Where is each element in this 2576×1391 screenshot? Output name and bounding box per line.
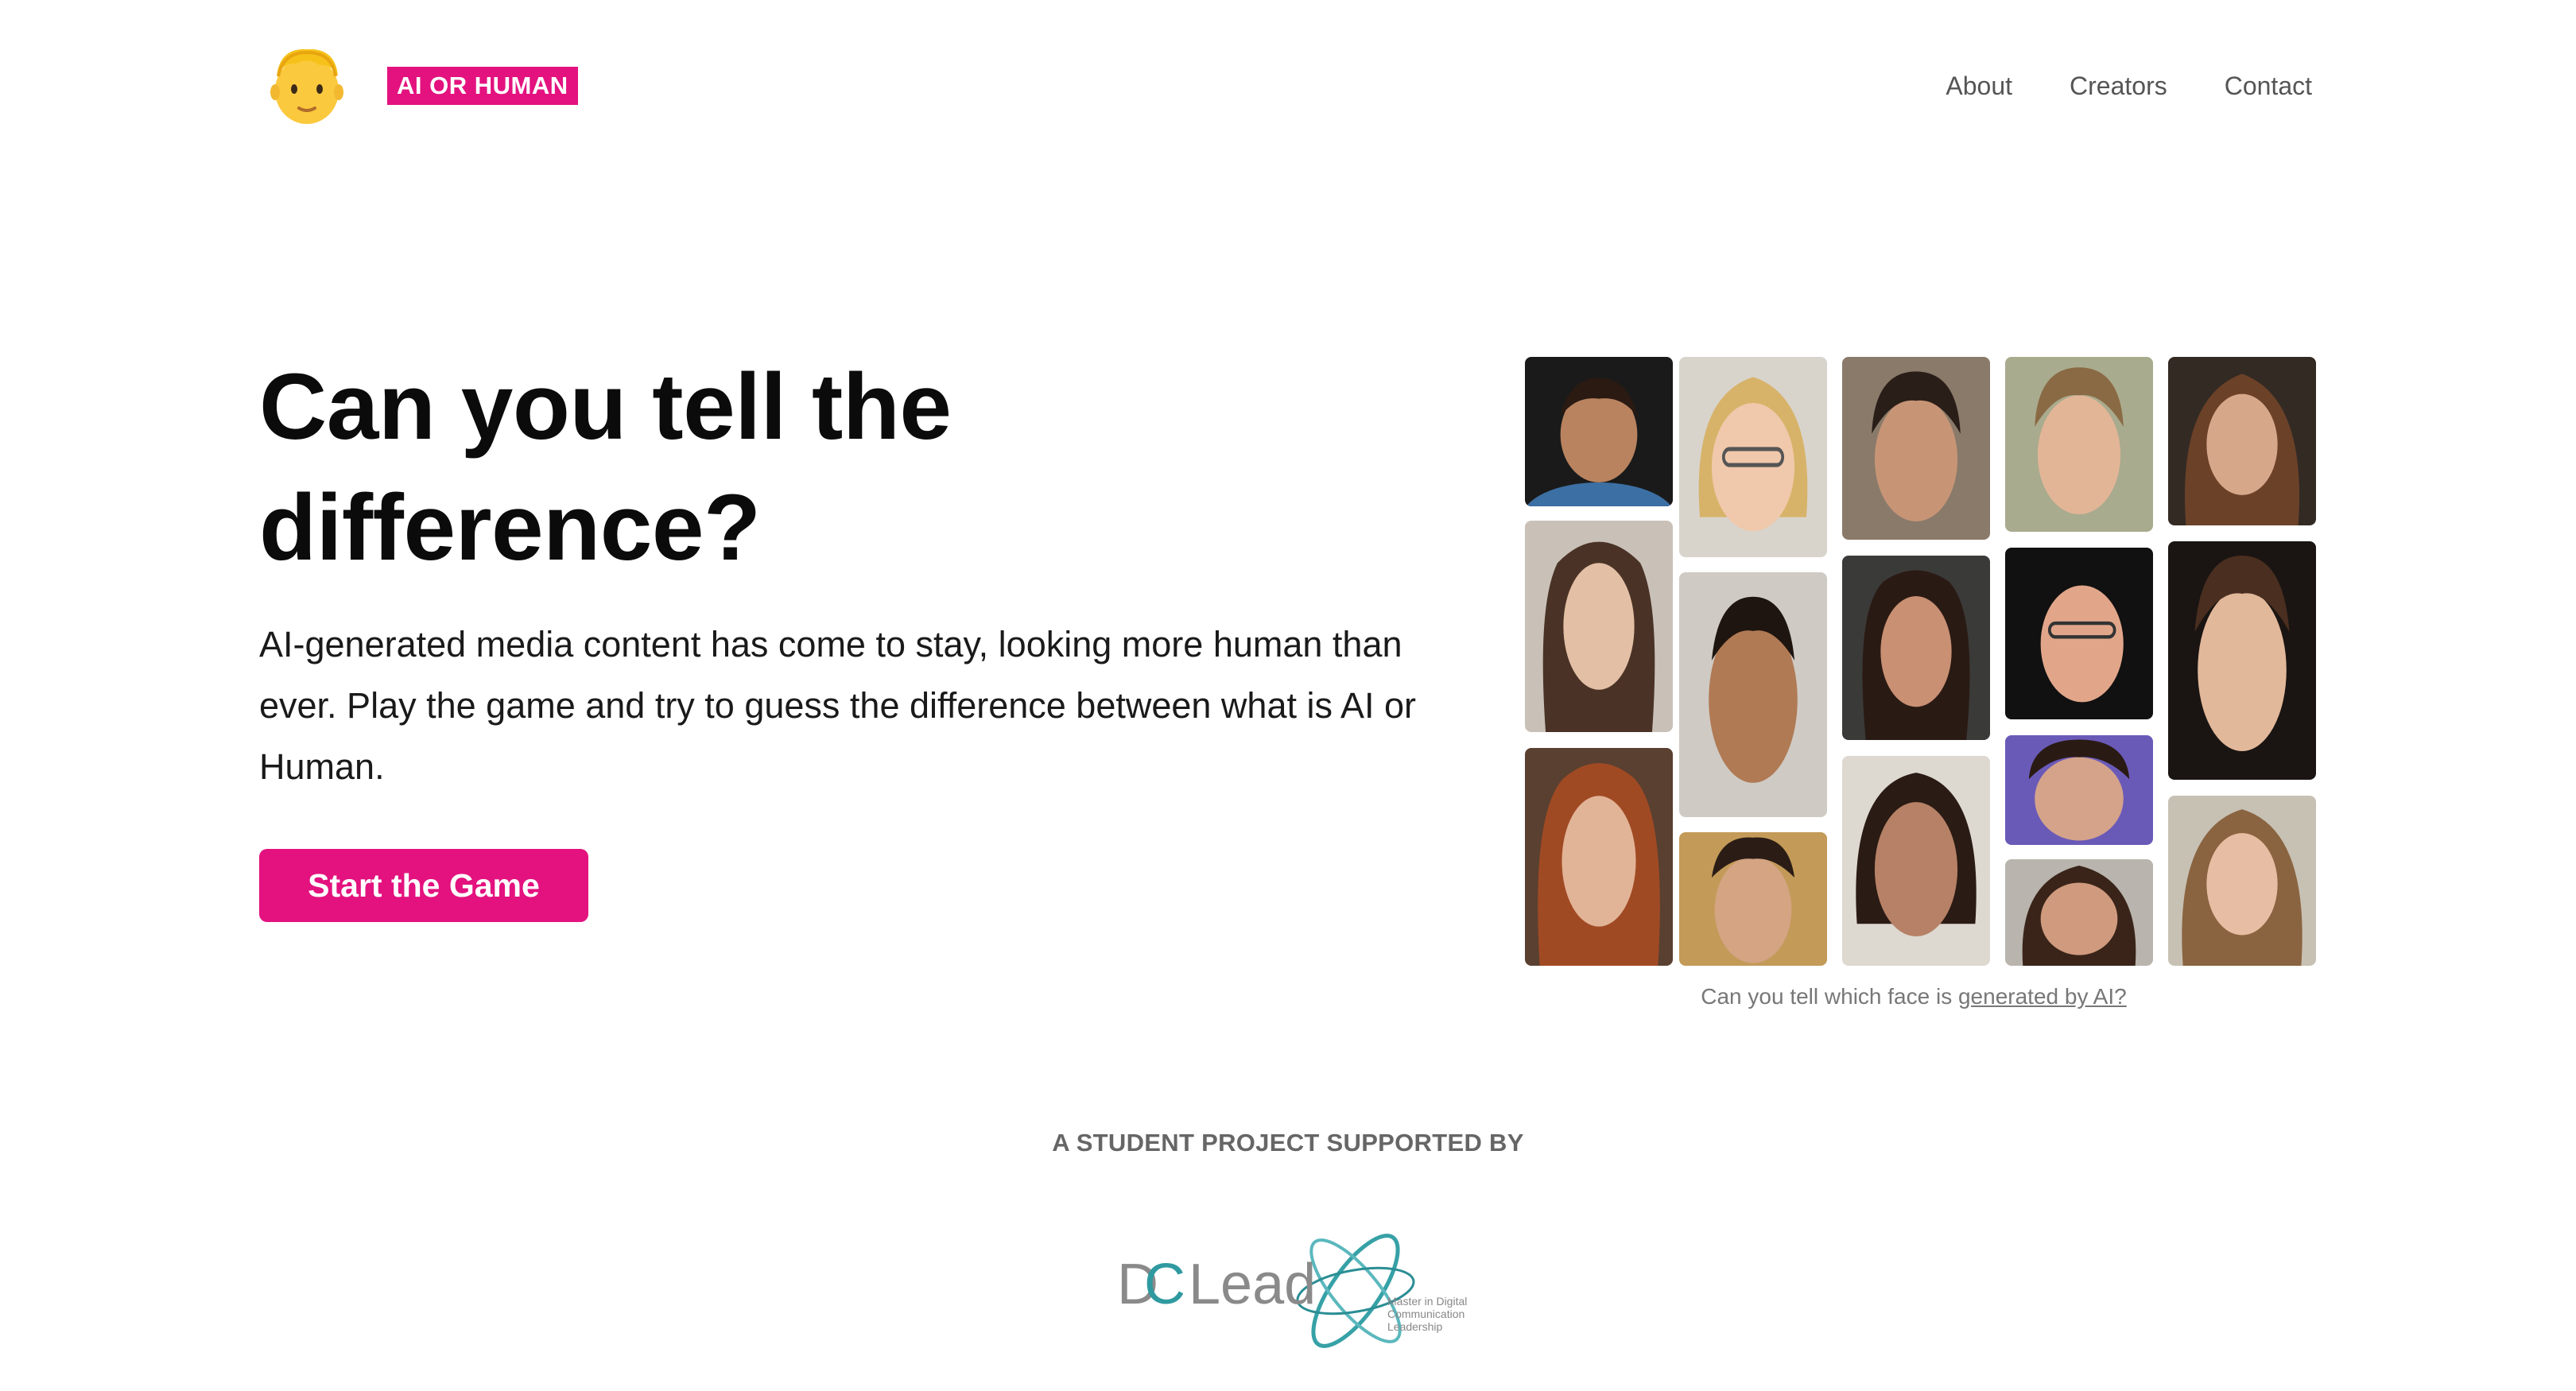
gallery-caption-text: Can you tell which face is [1701, 984, 1958, 1009]
face-photo [1525, 748, 1673, 966]
nav-contact-link[interactable]: Contact [2225, 68, 2312, 103]
face-photo [1679, 832, 1827, 966]
start-game-button[interactable]: Start the Game [259, 849, 588, 922]
face-photo [1842, 756, 1990, 966]
face-photo [1679, 357, 1827, 557]
svg-text:C: C [1144, 1253, 1185, 1316]
gallery-caption: Can you tell which face is generated by … [1514, 984, 2314, 1009]
face-photo [1842, 357, 1990, 540]
face-photo [1525, 521, 1673, 732]
hero-title: Can you tell the difference? [259, 355, 952, 580]
face-photo [2005, 859, 2153, 966]
face-photo [2005, 357, 2153, 532]
svg-text:Communication: Communication [1387, 1308, 1465, 1320]
generated-by-ai-link[interactable]: generated by AI? [1958, 984, 2127, 1009]
face-photo [2168, 796, 2316, 966]
face-photo [2168, 357, 2316, 525]
face-photo [2005, 735, 2153, 845]
nav-creators-link[interactable]: Creators [2070, 68, 2167, 103]
dclead-logo[interactable]: D C Lead Master in Digital Communication… [1117, 1224, 1499, 1367]
face-photo [2005, 548, 2153, 719]
face-photo [1679, 572, 1827, 817]
hero-description: AI-generated media content has come to s… [259, 624, 1417, 787]
face-photo [1525, 357, 1673, 506]
svg-text:Master in Digital: Master in Digital [1387, 1295, 1467, 1308]
support-heading: A STUDENT PROJECT SUPPORTED BY [1052, 1129, 1524, 1157]
main-nav: About Creators Contact [1946, 68, 2312, 103]
face-photo [2168, 541, 2316, 780]
site-header: AI OR HUMAN About Creators Contact [0, 0, 2576, 175]
face-photo [1842, 556, 1990, 740]
man-face-emoji-icon[interactable] [264, 41, 350, 127]
svg-text:Leadership: Leadership [1387, 1320, 1442, 1333]
brand-badge[interactable]: AI OR HUMAN [387, 67, 578, 105]
svg-text:Lead: Lead [1189, 1253, 1316, 1316]
nav-about-link[interactable]: About [1946, 68, 2012, 103]
